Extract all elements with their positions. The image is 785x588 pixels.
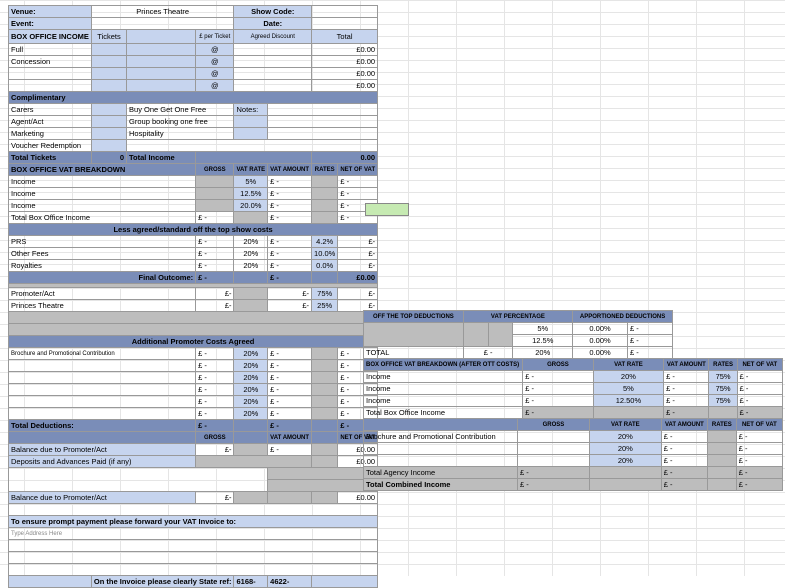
right-vatb-table: BOX OFFICE VAT BREAKDOWN (AFTER OTT COST… (363, 358, 783, 419)
venue-label: Venue: (9, 6, 92, 18)
total-hdr: Total (312, 30, 378, 44)
right-bottom-table: GROSS VAT RATE VAT AMOUNT RATES NET OF V… (363, 418, 783, 491)
event-cell[interactable] (91, 18, 234, 30)
venue-cell[interactable]: Princes Theatre (91, 6, 234, 18)
date-cell[interactable] (312, 18, 378, 30)
event-label: Event: (9, 18, 92, 30)
boi-title: BOX OFFICE INCOME (9, 30, 92, 44)
per-ticket-hdr: £ per Ticket (196, 30, 234, 44)
spreadsheet[interactable]: Venue: Princes Theatre Show Code: Event:… (0, 0, 785, 576)
date-label: Date: (234, 18, 312, 30)
selected-cell[interactable] (365, 203, 409, 216)
right-top-table: OFF THE TOP DEDUCTIONS VAT PERCENTAGE AP… (363, 310, 673, 359)
complimentary-hdr: Complimentary (9, 92, 378, 104)
main-table: Venue: Princes Theatre Show Code: Event:… (8, 5, 378, 588)
showcode-label: Show Code: (234, 6, 312, 18)
tickets-hdr: Tickets (91, 30, 126, 44)
discount-hdr: Agreed Discount (234, 30, 312, 44)
boi-row-label[interactable]: Concession (9, 56, 92, 68)
boi-row-label[interactable]: Full (9, 44, 92, 56)
showcode-cell[interactable] (312, 6, 378, 18)
